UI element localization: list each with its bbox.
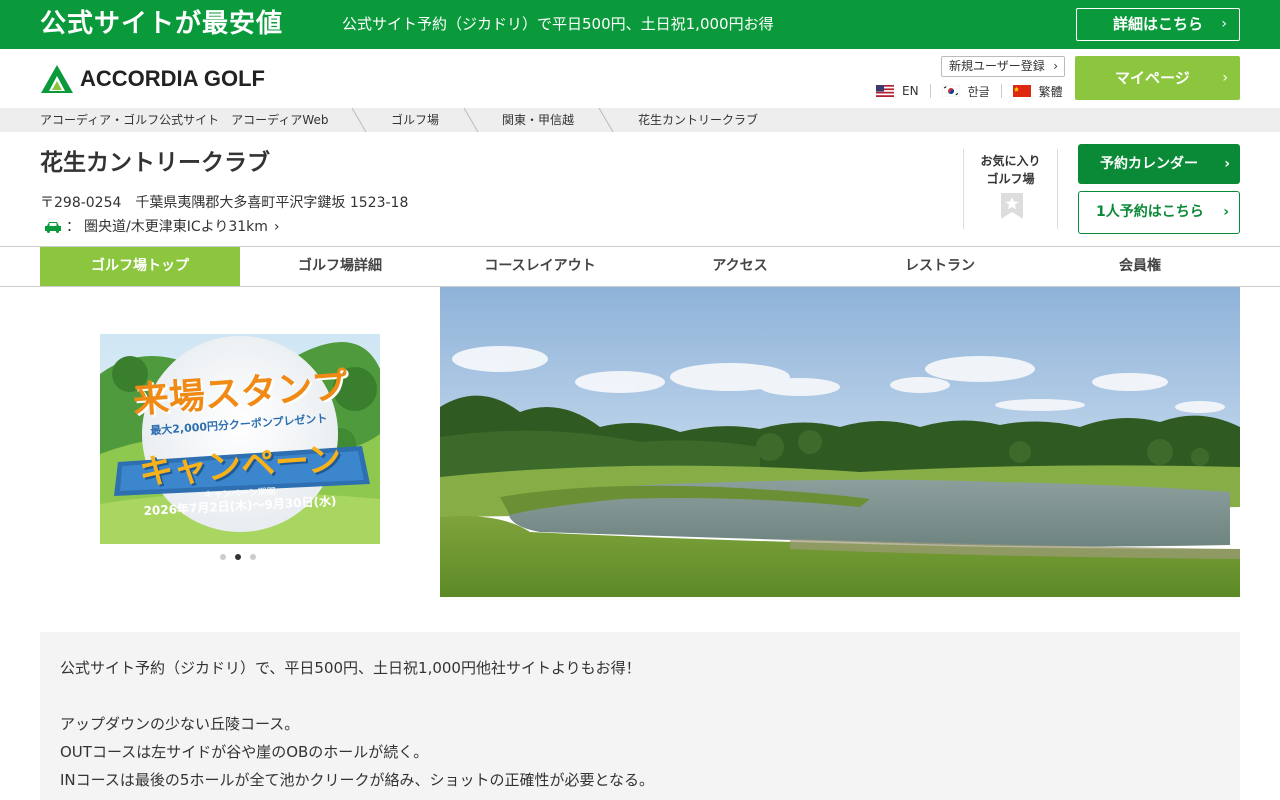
tab-access[interactable]: アクセス [640, 247, 840, 286]
chevron-right-icon: › [273, 219, 280, 235]
description-line: アップダウンの少ない丘陵コース。 [60, 715, 300, 733]
chevron-right-icon: › [1222, 70, 1228, 86]
logo-mark-icon [41, 65, 73, 93]
access-link[interactable]: ： 圏央道/木更津東ICより31km › [44, 217, 280, 237]
lang-label: 繁體 [1038, 84, 1063, 99]
description-line: INコースは最後の5ホールが全て池かクリークが絡み、ショットの正確性が必要となる… [60, 771, 654, 789]
chevron-right-icon: › [1223, 204, 1229, 220]
mypage-button[interactable]: マイページ › [1075, 56, 1240, 100]
promo-detail-button[interactable]: 詳細はこちら › [1076, 8, 1240, 41]
kr-flag-icon [941, 85, 960, 97]
favorite-label: お気に入り [980, 154, 1041, 168]
chevron-right-icon: › [1224, 156, 1230, 172]
tab-membership[interactable]: 会員権 [1040, 247, 1240, 286]
solo-label: 1人予約はこちら [1096, 204, 1204, 220]
reserve-label: 予約カレンダー [1100, 156, 1198, 172]
breadcrumb: アコーディア・ゴルフ公式サイト アコーディアWeb ゴルフ場 関東・甲信越 花生… [0, 108, 1280, 132]
promo-text: 公式サイト予約（ジカドリ）で平日500円、土日祝1,000円お得 [342, 15, 774, 33]
accordia-logo[interactable]: ACCORDIA GOLF [40, 64, 265, 94]
breadcrumb-item-golf[interactable]: ゴルフ場 [391, 108, 439, 132]
lang-kr[interactable]: 한글 [941, 83, 990, 100]
register-label: 新規ユーザー登録 [949, 59, 1045, 73]
description-line: OUTコースは左サイドが谷や崖のOBのホールが続く。 [60, 743, 429, 761]
reservation-calendar-button[interactable]: 予約カレンダー › [1078, 144, 1240, 184]
divider [1000, 84, 1002, 98]
breadcrumb-separator-icon [463, 108, 479, 132]
tab-golf-top[interactable]: ゴルフ場トップ [40, 247, 240, 286]
language-switcher: EN 한글 繁體 [876, 82, 1063, 100]
breadcrumb-item-current: 花生カントリークラブ [638, 113, 759, 127]
lang-zh[interactable]: 繁體 [1012, 83, 1063, 100]
lang-label: EN [902, 84, 919, 98]
tab-course-layout[interactable]: コースレイアウト [440, 247, 640, 286]
lang-label: 한글 [967, 84, 990, 99]
carousel-dot-active[interactable] [235, 554, 241, 560]
breadcrumb-item-region[interactable]: 関東・甲信越 [502, 108, 574, 132]
tab-restaurant[interactable]: レストラン [840, 247, 1040, 286]
description-line: 公式サイト予約（ジカドリ）で、平日500円、土日祝1,000円他社サイトよりもお… [60, 659, 641, 677]
favorite-label: ゴルフ場 [986, 172, 1035, 186]
logo-text: ACCORDIA GOLF [80, 66, 265, 91]
favorite-button[interactable]: お気に入り ゴルフ場 [963, 149, 1058, 229]
bookmark-star-icon [1001, 193, 1023, 219]
car-icon [45, 222, 61, 233]
chevron-right-icon: › [1221, 16, 1227, 32]
carousel-dot[interactable] [220, 554, 226, 560]
club-address: 〒298-0254 千葉県夷隅郡大多喜町平沢字鍵坂 1523-18 [40, 195, 409, 211]
promo-detail-label: 詳細はこちら [1113, 15, 1204, 33]
register-button[interactable]: 新規ユーザー登録 › [941, 56, 1065, 77]
divider [929, 84, 931, 98]
carousel-pagination [220, 554, 265, 560]
breadcrumb-item-home[interactable]: アコーディア・ゴルフ公式サイト アコーディアWeb [40, 108, 328, 132]
carousel-dot[interactable] [250, 554, 256, 560]
breadcrumb-separator-icon [351, 108, 367, 132]
club-description: 公式サイト予約（ジカドリ）で、平日500円、土日祝1,000円他社サイトよりもお… [40, 632, 1240, 800]
access-separator: ： [66, 219, 80, 235]
course-photo [440, 287, 1240, 597]
breadcrumb-separator-icon [598, 108, 614, 132]
promo-title: 公式サイトが最安値 [40, 9, 284, 39]
us-flag-icon [876, 85, 894, 97]
cn-flag-icon [1012, 85, 1031, 97]
chevron-right-icon: › [1053, 59, 1058, 73]
lang-en[interactable]: EN [876, 84, 919, 98]
promo-banner: 公式サイトが最安値 公式サイト予約（ジカドリ）で平日500円、土日祝1,000円… [0, 0, 1280, 49]
access-text: 圏央道/木更津東ICより31km [84, 219, 268, 235]
page-title: 花生カントリークラブ [40, 150, 270, 176]
mypage-label: マイページ [1115, 69, 1190, 87]
solo-reservation-button[interactable]: 1人予約はこちら › [1078, 191, 1240, 234]
tab-golf-detail[interactable]: ゴルフ場詳細 [240, 247, 440, 286]
campaign-banner[interactable]: 来場スタンプ 最大2,000円分クーポンプレゼント キャンペーン キャンペーン期… [100, 334, 380, 544]
